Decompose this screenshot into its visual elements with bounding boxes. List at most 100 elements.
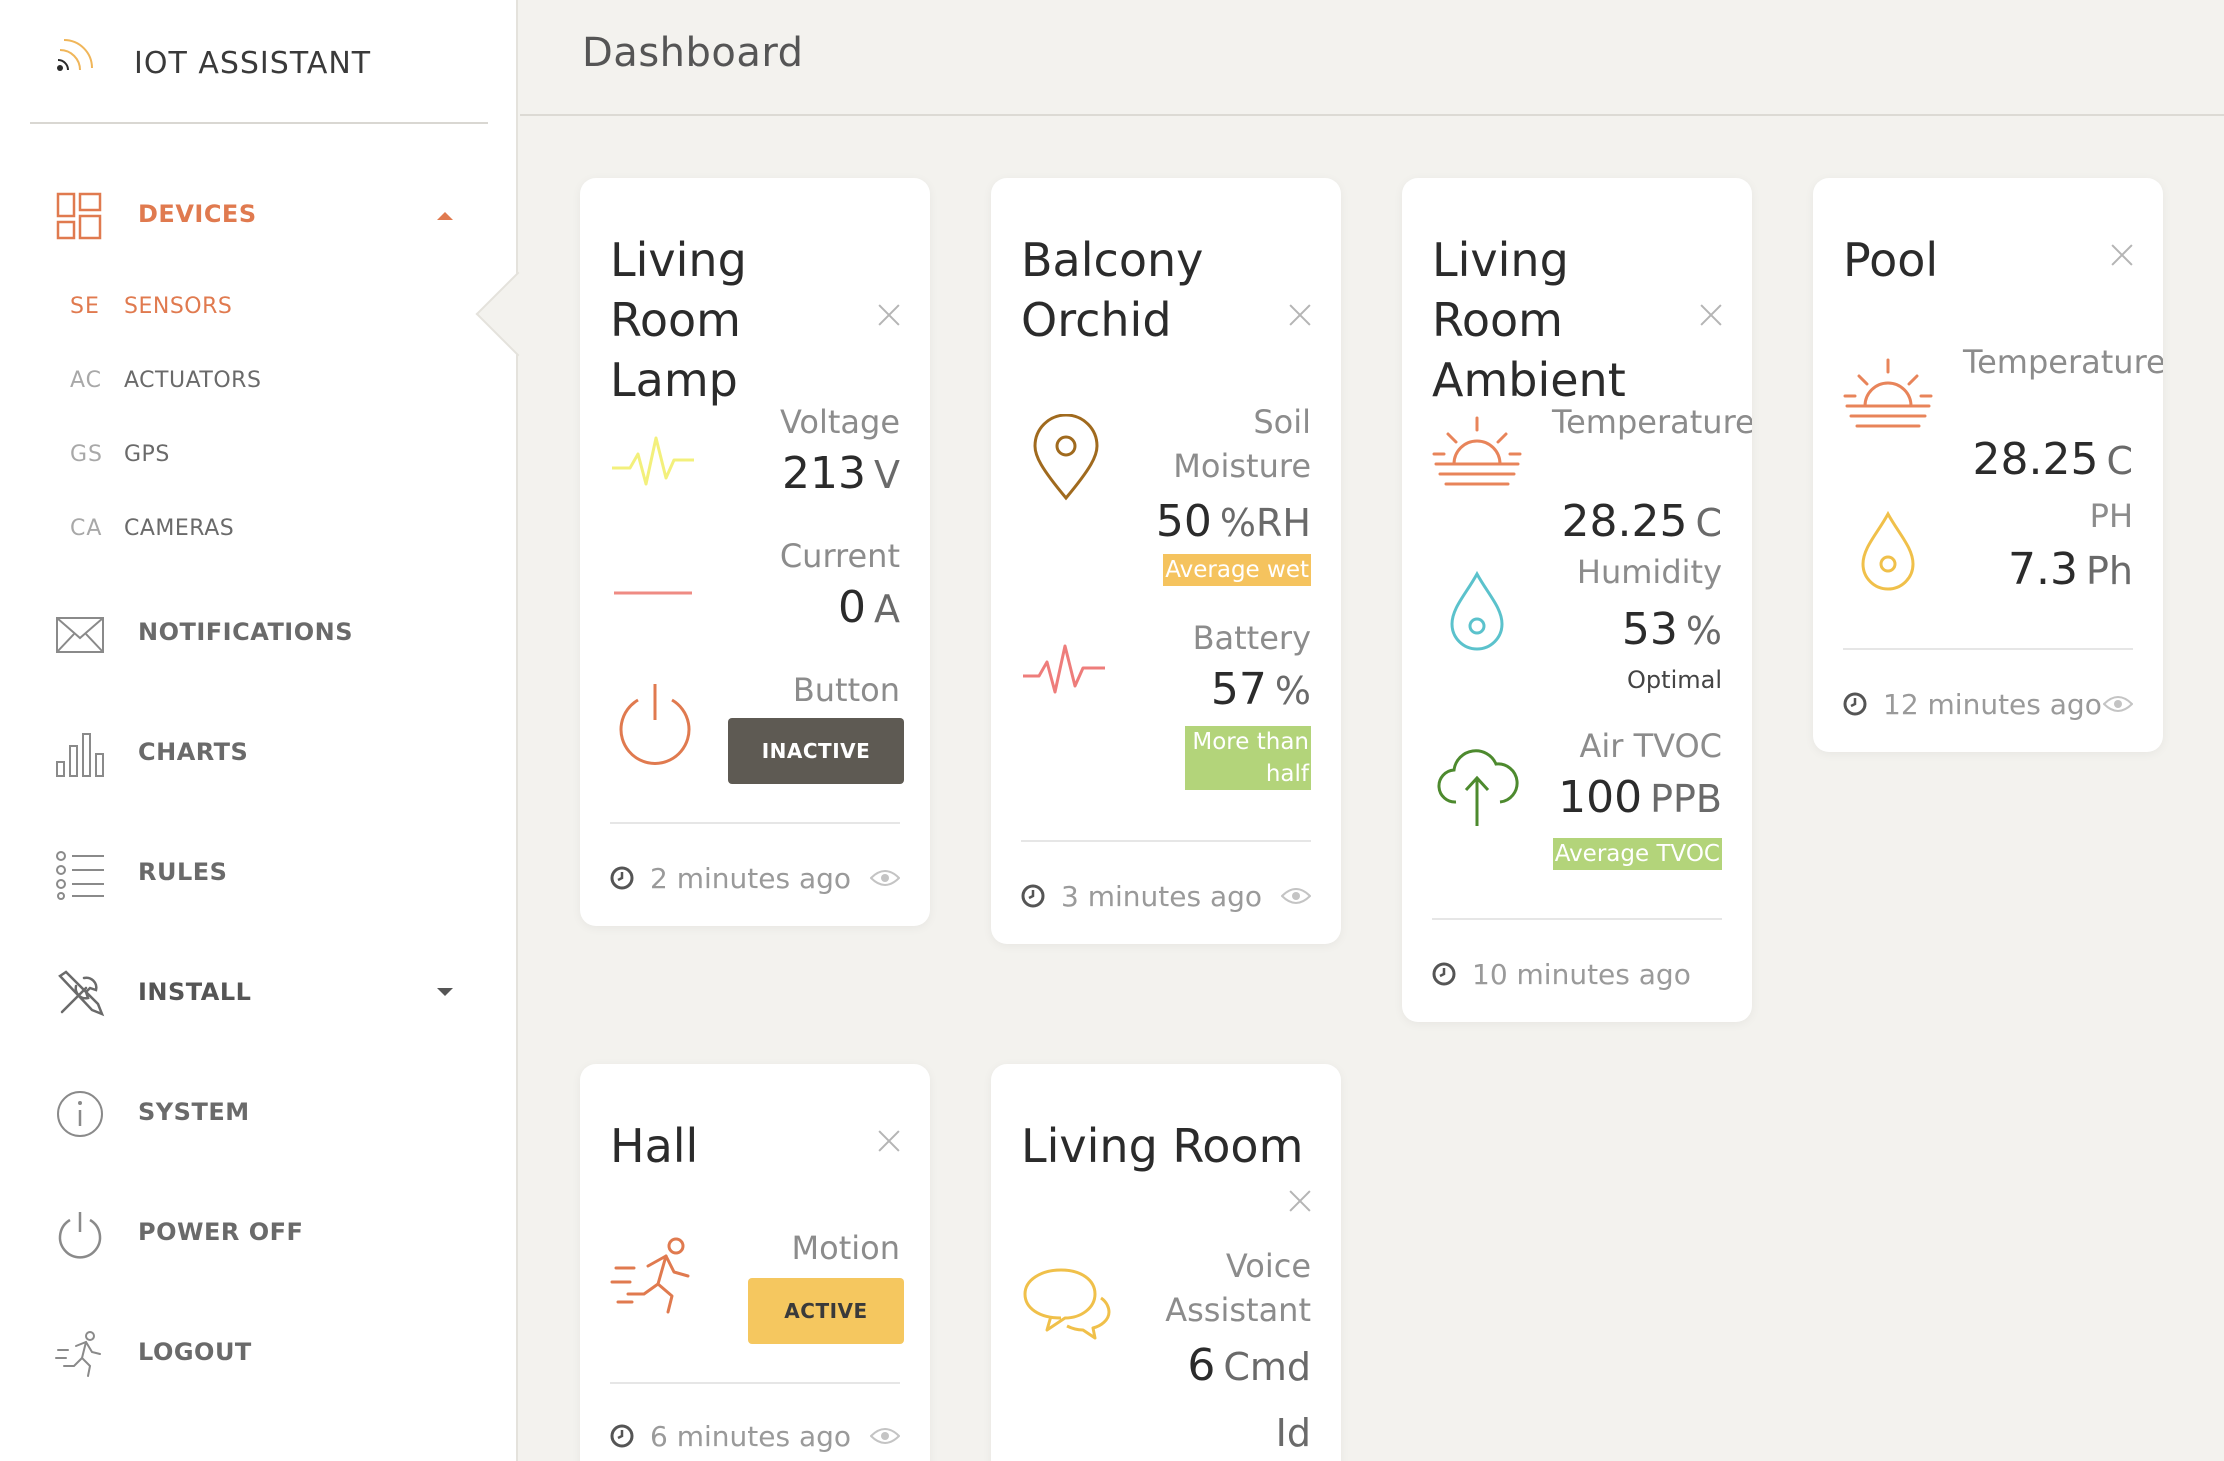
status-badge: Average TVOC: [1552, 838, 1722, 870]
nav-power-off[interactable]: POWER OFF: [0, 1186, 518, 1276]
eye-icon[interactable]: [1281, 886, 1311, 906]
clock-icon: [1843, 692, 1867, 716]
clock-icon: [610, 866, 634, 890]
last-updated: 6 minutes ago: [650, 1420, 852, 1453]
metric-value: 50 %RH: [1156, 496, 1311, 547]
close-icon[interactable]: [1289, 1190, 1311, 1212]
nav-devices[interactable]: DEVICES: [0, 168, 518, 258]
metric-label: PH: [2089, 497, 2133, 535]
sub-abbr: CA: [70, 516, 103, 541]
metric-label: Voice Assistant: [1165, 1247, 1311, 1329]
card-title: Balcony Orchid: [1021, 233, 1204, 347]
metric-value: 28.25 C: [1972, 434, 2133, 485]
sidebar-item-sensors[interactable]: SE SENSORS: [0, 278, 518, 338]
sub-label: ACTUATORS: [124, 368, 262, 393]
close-icon[interactable]: [878, 1130, 900, 1152]
sidebar-item-gps[interactable]: GS GPS: [0, 426, 518, 486]
water-drop-icon: [1861, 510, 1915, 591]
card-footer: 3 minutes ago: [1021, 876, 1311, 916]
close-icon[interactable]: [1700, 304, 1722, 326]
metric-value: 7.3 Ph: [2008, 544, 2133, 595]
value-unit: %RH: [1219, 501, 1311, 545]
page-title: Dashboard: [582, 30, 804, 76]
sidebar-item-cameras[interactable]: CA CAMERAS: [0, 500, 518, 560]
sunrise-icon: [1843, 358, 1933, 428]
card-title: Living Room Lamp: [610, 233, 747, 407]
sub-abbr: AC: [70, 368, 103, 393]
sub-label: SENSORS: [124, 294, 233, 319]
card-title: Living Room Ambient: [1432, 233, 1626, 407]
cloud-upload-icon: [1437, 749, 1519, 826]
nav-notifications[interactable]: NOTIFICATIONS: [0, 586, 518, 676]
close-icon[interactable]: [1289, 304, 1311, 326]
metric-label: Temperature: [1552, 403, 1752, 441]
nav-notifications-label: NOTIFICATIONS: [138, 618, 354, 646]
metric-value: 6 Cmd: [1187, 1340, 1311, 1391]
card-footer: 2 minutes ago: [610, 858, 900, 898]
button-state-toggle[interactable]: INACTIVE: [728, 718, 904, 784]
dashboard-grid-icon: [56, 192, 102, 240]
status-badge: Average wet: [1163, 554, 1311, 586]
device-card-living-room-lamp: Living Room Lamp Voltage 213 V Current 0A…: [580, 178, 930, 926]
value-number: 213: [782, 448, 866, 499]
value-number: 28.25: [1972, 434, 2099, 485]
eye-icon[interactable]: [870, 868, 900, 888]
value-number: 53: [1621, 604, 1678, 655]
value-unit: A: [874, 587, 900, 631]
value-number: 6: [1187, 1340, 1216, 1391]
card-footer: 10 minutes ago: [1432, 954, 1722, 994]
card-title: Pool: [1843, 233, 1939, 287]
eye-icon[interactable]: [2103, 694, 2133, 714]
last-updated: 10 minutes ago: [1472, 958, 1691, 991]
value-unit: Ph: [2086, 549, 2133, 593]
metric-value: 53%: [1622, 604, 1722, 655]
nav-rules-label: RULES: [138, 858, 228, 886]
card-divider: [1021, 840, 1311, 842]
device-card-pool: Pool Temperature 28.25 C PH 7.3 Ph 12 minu…: [1813, 178, 2163, 752]
eye-icon[interactable]: [870, 1426, 900, 1446]
nav-charts[interactable]: CHARTS: [0, 706, 518, 796]
nav-charts-label: CHARTS: [138, 738, 249, 766]
nav-install-label: INSTALL: [138, 978, 252, 1006]
value-number: 7.3: [2008, 544, 2078, 595]
nav-rules[interactable]: RULES: [0, 826, 518, 916]
sunrise-icon: [1432, 416, 1522, 486]
nav-logout[interactable]: LOGOUT: [0, 1306, 518, 1396]
metric-label: Soil Moisture: [1173, 403, 1311, 485]
close-icon[interactable]: [2111, 244, 2133, 266]
chevron-up-icon[interactable]: [437, 210, 453, 220]
brand: IOT ASSISTANT: [30, 0, 488, 124]
metric-value: 100 PPB: [1558, 772, 1722, 823]
voltage-wave-icon: [612, 436, 694, 486]
value-unit: Cmd: [1223, 1345, 1311, 1389]
last-updated: 3 minutes ago: [1061, 880, 1263, 913]
pulse-wave-icon: [1023, 644, 1105, 694]
sidebar-item-actuators[interactable]: AC ACTUATORS: [0, 352, 518, 412]
sub-label: CAMERAS: [124, 516, 235, 541]
metric-label: Air TVOC: [1579, 727, 1722, 765]
metric-value: 0A: [838, 582, 900, 633]
metric-label: Current: [779, 537, 900, 575]
nav-logout-label: LOGOUT: [138, 1338, 252, 1366]
nav-devices-label: DEVICES: [138, 200, 257, 228]
nav-system[interactable]: SYSTEM: [0, 1066, 518, 1156]
power-button-icon: [619, 684, 691, 765]
signal-icon: [57, 39, 93, 71]
value-unit: %: [1274, 669, 1311, 713]
motion-state-badge[interactable]: ACTIVE: [748, 1278, 904, 1344]
chevron-down-icon[interactable]: [437, 988, 453, 998]
app-title: IOT ASSISTANT: [134, 46, 372, 81]
metric-value: 28.25 C: [1561, 496, 1722, 547]
metric-label: Humidity: [1576, 553, 1722, 591]
value-number: 100: [1558, 772, 1643, 823]
close-icon[interactable]: [878, 304, 900, 326]
value-unit: Id: [1275, 1411, 1311, 1455]
metric-value: 57%: [1211, 664, 1311, 715]
value-number: 50: [1155, 496, 1212, 547]
status-note: Optimal: [1627, 666, 1722, 694]
card-divider: [1432, 918, 1722, 920]
nav-install[interactable]: INSTALL: [0, 946, 518, 1036]
location-pin-icon: [1033, 414, 1099, 501]
card-title: Hall: [610, 1119, 699, 1173]
card-footer: 12 minutes ago: [1843, 684, 2133, 724]
